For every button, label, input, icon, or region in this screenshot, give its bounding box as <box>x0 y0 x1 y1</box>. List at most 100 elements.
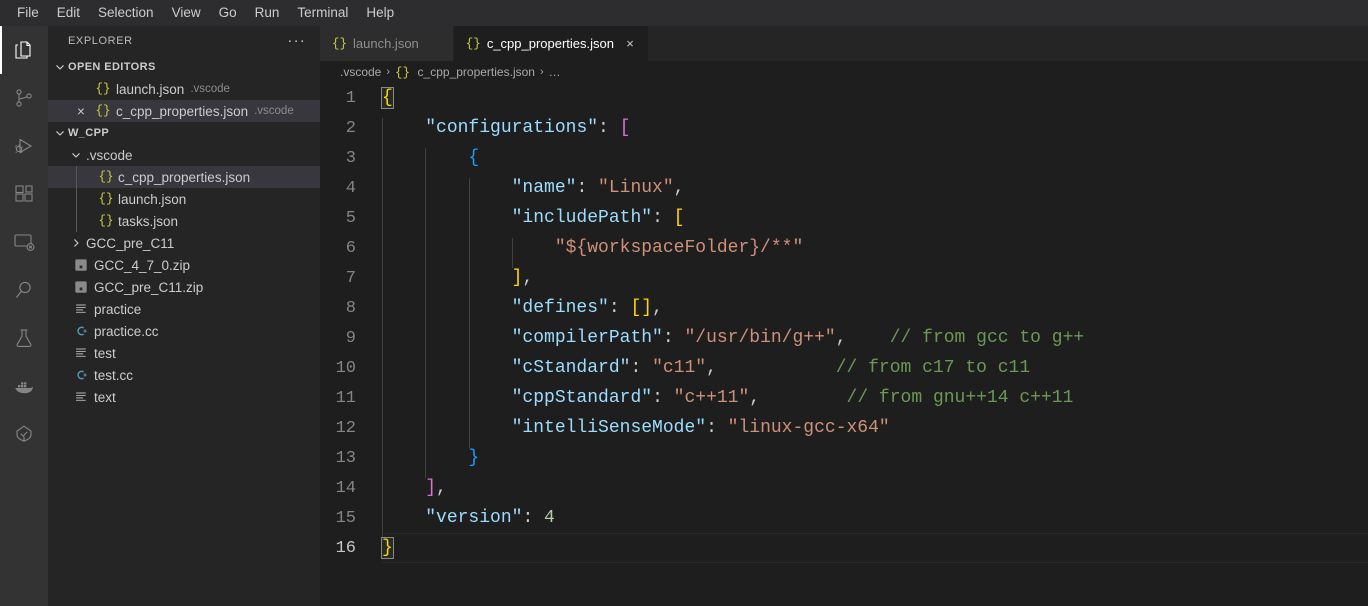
open-editor-item[interactable]: {} launch.json .vscode <box>48 78 320 100</box>
code-editor[interactable]: 1{2 "configurations": [3 {4 "name": "Lin… <box>320 83 1368 606</box>
editor-area: {} launch.json ×{} c_cpp_properties.json × .… <box>320 26 1368 606</box>
tree-item-label: GCC_pre_C11 <box>86 235 175 251</box>
code-line[interactable]: 14 ], <box>320 473 1368 508</box>
breadcrumb-separator: › <box>539 66 544 78</box>
search-icon <box>12 278 36 302</box>
code-line[interactable]: 6 "${workspaceFolder}/**" <box>320 233 1368 268</box>
tree-item-label: text <box>94 389 116 405</box>
code-line[interactable]: 12 "intelliSenseMode": "linux-gcc-x64" <box>320 413 1368 448</box>
code-line-content: { <box>382 148 1368 178</box>
code-line[interactable]: 5 "includePath": [ <box>320 203 1368 238</box>
code-line[interactable]: 2 "configurations": [ <box>320 113 1368 148</box>
menu-item-go[interactable]: Go <box>210 2 246 25</box>
tree-item-launch-json[interactable]: {} launch.json <box>48 188 320 210</box>
tab-close-icon[interactable]: × <box>622 36 638 52</box>
tree-item-label: practice <box>94 301 142 317</box>
activity-item-explorer[interactable] <box>0 26 48 74</box>
code-line[interactable]: 7 ], <box>320 263 1368 298</box>
tree-item-gcc-pre-c11-zip[interactable]: GCC_pre_C11.zip <box>48 276 320 298</box>
tree-item-label: c_cpp_properties.json <box>118 169 251 185</box>
menu-item-run[interactable]: Run <box>246 2 289 25</box>
code-line-content: ], <box>382 268 1368 298</box>
editor-tab-launch-json[interactable]: {}launch.json× <box>320 26 454 61</box>
run-debug-icon <box>12 134 36 158</box>
section-header-workspace[interactable]: W_CPP <box>48 122 320 144</box>
code-line[interactable]: 15 "version": 4 <box>320 503 1368 538</box>
line-number: 9 <box>345 328 356 348</box>
code-line[interactable]: 13 } <box>320 443 1368 478</box>
activity-item-run-and-debug[interactable] <box>0 122 48 170</box>
tree-item-test[interactable]: test <box>48 342 320 364</box>
chevron-down-icon <box>68 144 84 166</box>
line-number: 11 <box>335 388 356 408</box>
code-line-content: "cStandard": "c11", // from c17 to c11 <box>382 358 1368 388</box>
json-icon: {} <box>465 36 481 51</box>
indent-guide <box>76 210 77 232</box>
activity-item-remote-explorer[interactable] <box>0 218 48 266</box>
code-token: "version" <box>425 508 523 528</box>
close-icon[interactable]: × <box>70 104 92 119</box>
code-token: } <box>468 448 480 468</box>
code-line-content: "configurations": [ <box>382 118 1368 148</box>
code-token: "name" <box>511 178 577 198</box>
tree-item-practice[interactable]: practice <box>48 298 320 320</box>
json-icon: {} <box>98 192 114 206</box>
code-line[interactable]: 10 "cStandard": "c11", // from c17 to c1… <box>320 353 1368 388</box>
code-line[interactable]: 4 "name": "Linux", <box>320 173 1368 208</box>
code-token: ] <box>425 478 437 498</box>
menu-item-selection[interactable]: Selection <box>89 2 163 25</box>
tree-item-folder-gcc-pre-c11[interactable]: GCC_pre_C11 <box>48 232 320 254</box>
code-token: "c11" <box>652 358 707 378</box>
breadcrumb-item[interactable]: .vscode <box>340 65 381 79</box>
code-line-content: } <box>382 448 1368 478</box>
code-token: "linux-gcc-x64" <box>727 418 890 438</box>
code-token: 4 <box>544 508 555 528</box>
tree-item-gcc-4-7-0-zip[interactable]: GCC_4_7_0.zip <box>48 254 320 276</box>
menu-item-help[interactable]: Help <box>357 2 403 25</box>
sidebar-more-actions-button[interactable]: ··· <box>281 33 312 48</box>
section-header-open-editors[interactable]: Open Editors <box>48 56 320 78</box>
menu-item-terminal[interactable]: Terminal <box>288 2 357 25</box>
activity-item-extensions[interactable] <box>0 170 48 218</box>
tab-label: launch.json <box>353 36 419 51</box>
activity-item-docker[interactable] <box>0 362 48 410</box>
code-line[interactable]: 8 "defines": [], <box>320 293 1368 328</box>
breadcrumb-item[interactable]: {} c_cpp_properties.json <box>395 65 535 80</box>
tree-item-text[interactable]: text <box>48 386 320 408</box>
menu-item-view[interactable]: View <box>163 2 210 25</box>
tree-item-label: test.cc <box>94 367 134 383</box>
tree-item-test-cc[interactable]: test.cc <box>48 364 320 386</box>
code-token: { <box>468 148 480 168</box>
tree-item-tasks-json[interactable]: {} tasks.json <box>48 210 320 232</box>
breadcrumb-item[interactable]: … <box>549 65 561 79</box>
code-line[interactable]: 16} <box>320 533 1368 563</box>
line-number: 6 <box>345 238 356 258</box>
code-line[interactable]: 9 "compilerPath": "/usr/bin/g++", // fro… <box>320 323 1368 358</box>
activity-item-source-control[interactable] <box>0 74 48 122</box>
activity-item-testing[interactable] <box>0 314 48 362</box>
open-editor-item[interactable]: × {} c_cpp_properties.json .vscode <box>48 100 320 122</box>
breadcrumb-label: c_cpp_properties.json <box>417 64 535 79</box>
explorer-sidebar: EXPLORER ··· Open Editors {} launch.json… <box>48 26 320 606</box>
code-line-content: "includePath": [ <box>382 208 1368 238</box>
code-line[interactable]: 1{ <box>320 83 1368 113</box>
activity-item-dependency-analytics[interactable] <box>0 410 48 458</box>
tree-item-practice-cc[interactable]: practice.cc <box>48 320 320 342</box>
code-token: { <box>381 87 394 109</box>
open-editor-name: launch.json <box>116 81 185 97</box>
code-line[interactable]: 11 "cppStandard": "c++11", // from gnu++… <box>320 383 1368 418</box>
code-line[interactable]: 3 { <box>320 143 1368 178</box>
tree-item-folder-vscode[interactable]: .vscode <box>48 144 320 166</box>
code-line-content: "version": 4 <box>382 508 1368 538</box>
zip-icon <box>70 258 92 272</box>
code-token: : <box>522 508 545 528</box>
activity-item-search[interactable] <box>0 266 48 314</box>
menu-item-file[interactable]: File <box>8 2 48 25</box>
editor-tab-c-cpp-properties-json[interactable]: {} c_cpp_properties.json × <box>453 26 650 61</box>
tree-item-c-cpp-properties-json[interactable]: {} c_cpp_properties.json <box>48 166 320 188</box>
menu-item-edit[interactable]: Edit <box>48 2 89 25</box>
code-token: } <box>381 537 394 559</box>
